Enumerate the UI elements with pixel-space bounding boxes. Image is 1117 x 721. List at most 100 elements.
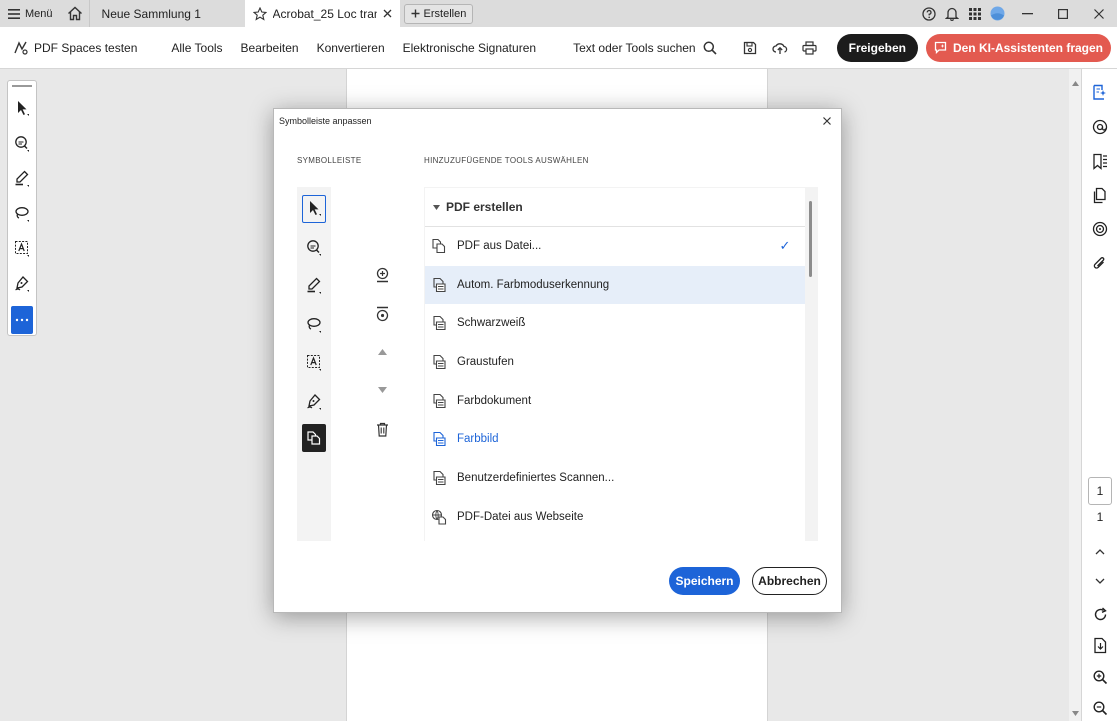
move-down-button[interactable]	[372, 380, 392, 400]
list-item-pdf-from-file[interactable]: PDF aus Datei... ✓	[425, 227, 805, 265]
comments-panel-button[interactable]	[1089, 116, 1111, 138]
minimize-button[interactable]	[1009, 0, 1045, 27]
menu-button[interactable]: Menü	[0, 0, 61, 27]
triangle-up-icon	[377, 349, 387, 355]
profile-avatar[interactable]	[986, 0, 1009, 27]
pages-icon	[1093, 187, 1106, 203]
globe-document-icon	[431, 509, 447, 525]
help-button[interactable]	[917, 0, 940, 27]
sign-tool[interactable]	[11, 270, 33, 298]
bell-icon	[944, 7, 959, 21]
right-sidebar: 1 1	[1081, 69, 1117, 721]
text-box-icon	[15, 241, 29, 257]
text-tool[interactable]	[11, 235, 33, 263]
cursor-icon	[310, 201, 321, 216]
chevron-up-icon	[1095, 549, 1105, 555]
checkmark-icon: ✓	[779, 238, 791, 253]
move-up-button[interactable]	[372, 342, 392, 362]
menu-all-tools[interactable]: Alle Tools	[162, 41, 231, 55]
upload-cloud-button[interactable]	[765, 33, 795, 63]
layers-panel-button[interactable]	[1089, 218, 1111, 240]
toolbar-item-text[interactable]	[302, 349, 326, 377]
toolbar-item-draw[interactable]	[302, 311, 326, 339]
notifications-button[interactable]	[940, 0, 963, 27]
toolbar-item-highlight[interactable]	[302, 272, 326, 300]
previous-page-button[interactable]	[1089, 541, 1111, 563]
current-page-input[interactable]: 1	[1088, 477, 1112, 505]
toolbar-grip[interactable]	[12, 85, 32, 87]
delete-tool-button[interactable]	[372, 419, 392, 439]
cancel-button[interactable]: Abbrechen	[752, 567, 827, 595]
close-tab-icon[interactable]	[383, 9, 392, 18]
pdf-spaces-button[interactable]: PDF Spaces testen	[0, 40, 137, 55]
add-to-toolbar-button[interactable]	[372, 265, 392, 285]
available-tools-list[interactable]: PDF erstellen PDF aus Datei... ✓ Autom. …	[425, 188, 805, 541]
draw-tool[interactable]	[11, 200, 33, 228]
select-tool[interactable]	[11, 95, 33, 123]
create-tab-button[interactable]: Erstellen	[403, 3, 474, 24]
list-item-auto-color-detection[interactable]: Autom. Farbmoduserkennung	[425, 266, 805, 304]
search-icon	[703, 41, 717, 55]
menu-edit[interactable]: Bearbeiten	[232, 41, 308, 55]
comment-zoom-icon	[307, 240, 321, 256]
spaces-icon	[14, 41, 28, 55]
scroll-up-arrow-icon[interactable]	[1072, 81, 1079, 86]
list-item-color-image[interactable]: Farbbild	[425, 420, 805, 458]
scan-document-icon	[433, 315, 446, 331]
menu-e-signatures[interactable]: Elektronische Signaturen	[394, 41, 545, 55]
document-scrollbar[interactable]	[1069, 69, 1081, 721]
pen-nib-icon	[307, 394, 321, 410]
zoom-out-button[interactable]	[1089, 697, 1111, 719]
toolbar-item-sign[interactable]	[302, 388, 326, 416]
comment-tool[interactable]	[11, 130, 33, 158]
list-item-pdf-from-webpage[interactable]: PDF-Datei aus Webseite	[425, 498, 805, 536]
list-item-black-white[interactable]: Schwarzweiß	[425, 304, 805, 342]
toolbar-item-create-pdf[interactable]	[302, 424, 326, 452]
share-button[interactable]: Freigeben	[836, 33, 918, 62]
apps-button[interactable]	[963, 0, 986, 27]
menu-convert[interactable]: Konvertieren	[308, 41, 394, 55]
pages-panel-button[interactable]	[1089, 184, 1111, 206]
tab-neue-sammlung[interactable]: Neue Sammlung 1	[88, 0, 245, 27]
ai-summary-button[interactable]	[1089, 81, 1111, 103]
ai-assistant-button[interactable]: Den KI-Assistenten fragen	[925, 33, 1111, 62]
home-button[interactable]	[61, 0, 89, 27]
list-item-label: Graustufen	[457, 356, 514, 368]
lasso-icon	[15, 207, 29, 222]
highlight-tool[interactable]	[11, 165, 33, 193]
toolbar-item-comment[interactable]	[302, 234, 326, 262]
next-page-button[interactable]	[1089, 570, 1111, 592]
cloud-upload-icon	[772, 42, 787, 54]
comment-at-icon	[1092, 119, 1108, 135]
list-item-grayscale[interactable]: Graustufen	[425, 343, 805, 381]
save-button[interactable]: Speichern	[669, 567, 740, 595]
list-scrollbar-thumb[interactable]	[809, 201, 812, 277]
menu-label: Menü	[25, 7, 53, 20]
scan-document-icon	[433, 470, 446, 486]
scan-document-icon	[433, 354, 446, 370]
scroll-down-arrow-icon[interactable]	[1072, 711, 1079, 716]
add-separator-button[interactable]	[372, 304, 392, 324]
bookmarks-panel-button[interactable]	[1089, 150, 1111, 172]
attachments-panel-button[interactable]	[1089, 252, 1111, 274]
dialog-close-button[interactable]	[820, 114, 834, 128]
rotate-button[interactable]	[1089, 603, 1111, 625]
list-item-color-document[interactable]: Farbdokument	[425, 382, 805, 420]
home-icon	[67, 6, 82, 21]
ai-summary-icon	[1093, 84, 1106, 100]
zoom-in-button[interactable]	[1089, 666, 1111, 688]
tool-search[interactable]: Text oder Tools suchen	[573, 41, 717, 55]
star-icon[interactable]	[252, 6, 267, 21]
more-tools-button[interactable]	[11, 306, 33, 334]
maximize-button[interactable]	[1045, 0, 1081, 27]
group-header-create-pdf[interactable]: PDF erstellen	[425, 188, 805, 227]
page-display-button[interactable]	[1089, 634, 1111, 656]
list-item-custom-scan[interactable]: Benutzerdefiniertes Scannen...	[425, 459, 805, 497]
print-button[interactable]	[795, 33, 825, 63]
customize-toolbar-dialog: Symbolleiste anpassen SYMBOLLEISTE HINZU…	[273, 108, 842, 613]
more-horizontal-icon	[15, 318, 29, 322]
close-window-button[interactable]	[1081, 0, 1117, 27]
save-button[interactable]	[735, 33, 765, 63]
tab-active-document[interactable]: Acrobat_25 Loc tran...	[244, 0, 400, 27]
toolbar-item-select[interactable]	[302, 195, 326, 223]
